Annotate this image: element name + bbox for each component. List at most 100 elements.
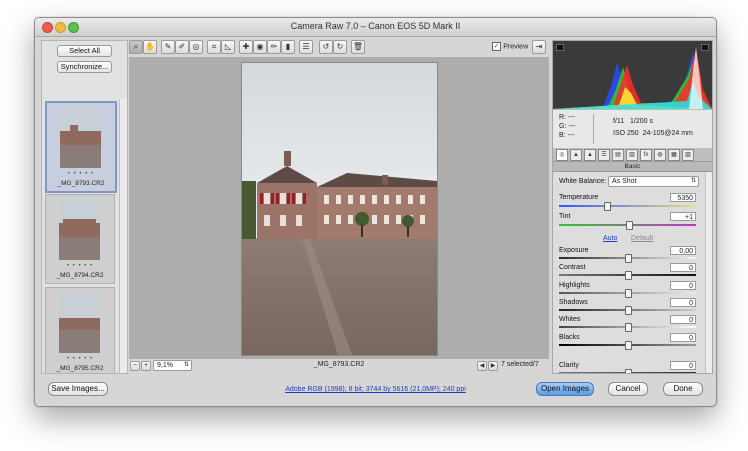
slider-knob[interactable] <box>603 202 611 211</box>
camera-info: R: --- G: --- B: --- f/11 1/200 s ISO 25… <box>553 109 712 149</box>
slider-knob[interactable] <box>624 271 632 280</box>
blacks-field[interactable]: 0 <box>670 333 696 342</box>
panel-tab-icon[interactable]: ▲ <box>570 149 582 161</box>
temperature-slider[interactable] <box>559 202 696 211</box>
panel-tab-icon[interactable]: fx <box>640 149 652 161</box>
panel-tab-icon[interactable]: ▤ <box>612 149 624 161</box>
cancel-button[interactable]: Cancel <box>608 382 648 396</box>
slider-knob[interactable] <box>624 323 632 332</box>
title-bar: Camera Raw 7.0 – Canon EOS 5D Mark II <box>35 18 716 37</box>
white-balance-icon[interactable]: ✎ <box>161 40 175 54</box>
temperature-field[interactable]: 5350 <box>670 193 696 202</box>
zoom-in-icon[interactable]: + <box>141 361 151 371</box>
filmstrip-item[interactable]: • • • • • _MG_8793.CR2 <box>45 101 117 193</box>
slider-knob[interactable] <box>625 221 633 230</box>
shadows-slider[interactable] <box>559 306 696 315</box>
settings-scrollbar[interactable] <box>705 172 712 373</box>
rgb-b-value: --- <box>567 132 575 139</box>
highlights-field[interactable]: 0 <box>670 281 696 290</box>
graduated-filter-icon[interactable]: ▮ <box>281 40 295 54</box>
contrast-label: Contrast <box>559 264 586 271</box>
open-images-button[interactable]: Open Images <box>536 382 594 396</box>
whites-field[interactable]: 0 <box>670 315 696 324</box>
tint-slider[interactable] <box>559 221 696 230</box>
default-link[interactable]: Default <box>631 235 653 242</box>
preview-image <box>241 62 438 356</box>
panel-tab-icon[interactable]: ◎ <box>556 149 568 161</box>
next-image-icon[interactable]: ▶ <box>488 361 498 371</box>
shadows-label: Shadows <box>559 299 588 306</box>
white-balance-select[interactable]: As Shot ⇅ <box>608 176 699 187</box>
preview-checkbox[interactable]: ✓ <box>492 42 501 52</box>
panel-tab-icon[interactable]: ▦ <box>668 149 680 161</box>
shutter-value: 1/200 s <box>630 118 653 125</box>
color-sampler-icon[interactable]: ✐ <box>175 40 189 54</box>
adjustments-panel: R: --- G: --- B: --- f/11 1/200 s ISO 25… <box>552 40 713 374</box>
filmstrip-scrollbar[interactable] <box>119 99 127 373</box>
histogram <box>553 41 712 109</box>
thumbnail-image <box>59 199 100 260</box>
contrast-slider[interactable] <box>559 271 696 280</box>
temperature-label: Temperature <box>559 194 599 201</box>
panel-tab-icon[interactable]: ☰ <box>598 149 610 161</box>
synchronize-button[interactable]: Synchronize... <box>57 61 112 73</box>
rating-stars[interactable]: • • • • • <box>46 263 114 269</box>
rotate-right-icon[interactable]: ↻ <box>333 40 347 54</box>
panel-tab-icon[interactable]: ◍ <box>654 149 666 161</box>
auto-link[interactable]: Auto <box>603 235 617 242</box>
rgb-g-value: --- <box>568 123 576 130</box>
panel-tab-icon[interactable]: ▧ <box>682 149 694 161</box>
preview-area <box>129 57 549 359</box>
lens-value: 24-105@24 mm <box>642 130 693 137</box>
target-adjust-icon[interactable]: ◎ <box>189 40 203 54</box>
contrast-field[interactable]: 0 <box>670 263 696 272</box>
zoom-select[interactable]: 9,1% ⇅ <box>153 360 192 371</box>
spot-removal-icon[interactable]: ✚ <box>239 40 253 54</box>
preview-label: Preview <box>503 43 529 51</box>
zoom-icon[interactable]: ⌕ <box>129 40 143 54</box>
thumbnail-image <box>60 107 101 168</box>
slider-knob[interactable] <box>624 369 632 373</box>
exposure-field[interactable]: 0,00 <box>670 246 696 255</box>
crop-icon[interactable]: ⌗ <box>207 40 221 54</box>
adjustment-brush-icon[interactable]: ✏ <box>267 40 281 54</box>
shadows-field[interactable]: 0 <box>670 298 696 307</box>
rotate-left-icon[interactable]: ↺ <box>319 40 333 54</box>
done-button[interactable]: Done <box>663 382 703 396</box>
fullscreen-icon[interactable]: ⇥ <box>532 40 546 54</box>
slider-knob[interactable] <box>624 289 632 298</box>
panel-tab-icon[interactable]: ▥ <box>626 149 638 161</box>
blacks-slider[interactable] <box>559 341 696 350</box>
section-title: Basic <box>553 162 712 172</box>
filmstrip-item[interactable]: • • • • • _MG_8795.CR2 <box>45 287 115 373</box>
zoom-out-icon[interactable]: − <box>130 361 140 371</box>
exposure-slider[interactable] <box>559 254 696 263</box>
preferences-icon[interactable]: ☰ <box>299 40 313 54</box>
clarity-slider[interactable] <box>559 369 696 373</box>
filmstrip-panel: Select All Synchronize... • • • • • _MG_… <box>41 40 128 374</box>
trash-icon[interactable]: 🗑 <box>351 40 365 54</box>
hand-icon[interactable]: ✋ <box>143 40 157 54</box>
clarity-field[interactable]: 0 <box>670 361 696 370</box>
rating-stars[interactable]: • • • • • <box>47 171 115 177</box>
rgb-g-label: G: <box>559 123 567 130</box>
tint-field[interactable]: +1 <box>670 212 696 221</box>
slider-knob[interactable] <box>624 254 632 263</box>
slider-knob[interactable] <box>624 341 632 350</box>
straighten-icon[interactable]: ◺ <box>221 40 235 54</box>
filmstrip-item[interactable]: • • • • • _MG_8794.CR2 <box>45 194 115 284</box>
preview-toggle[interactable]: ✓ Preview <box>492 42 529 52</box>
whites-slider[interactable] <box>559 323 696 332</box>
clarity-label: Clarity <box>559 362 579 369</box>
rating-stars[interactable]: • • • • • <box>46 356 114 362</box>
window-title: Camera Raw 7.0 – Canon EOS 5D Mark II <box>290 21 461 31</box>
highlights-slider[interactable] <box>559 289 696 298</box>
slider-knob[interactable] <box>624 306 632 315</box>
previous-image-icon[interactable]: ◀ <box>477 361 487 371</box>
red-eye-icon[interactable]: ◉ <box>253 40 267 54</box>
select-all-button[interactable]: Select All <box>57 45 112 57</box>
rgb-b-label: B: <box>559 132 566 139</box>
filmstrip: • • • • • _MG_8793.CR2 • • • • • _MG_879… <box>42 99 118 373</box>
selection-count: 7 selected/7 <box>501 361 539 368</box>
panel-tab-icon[interactable]: ▲ <box>584 149 596 161</box>
